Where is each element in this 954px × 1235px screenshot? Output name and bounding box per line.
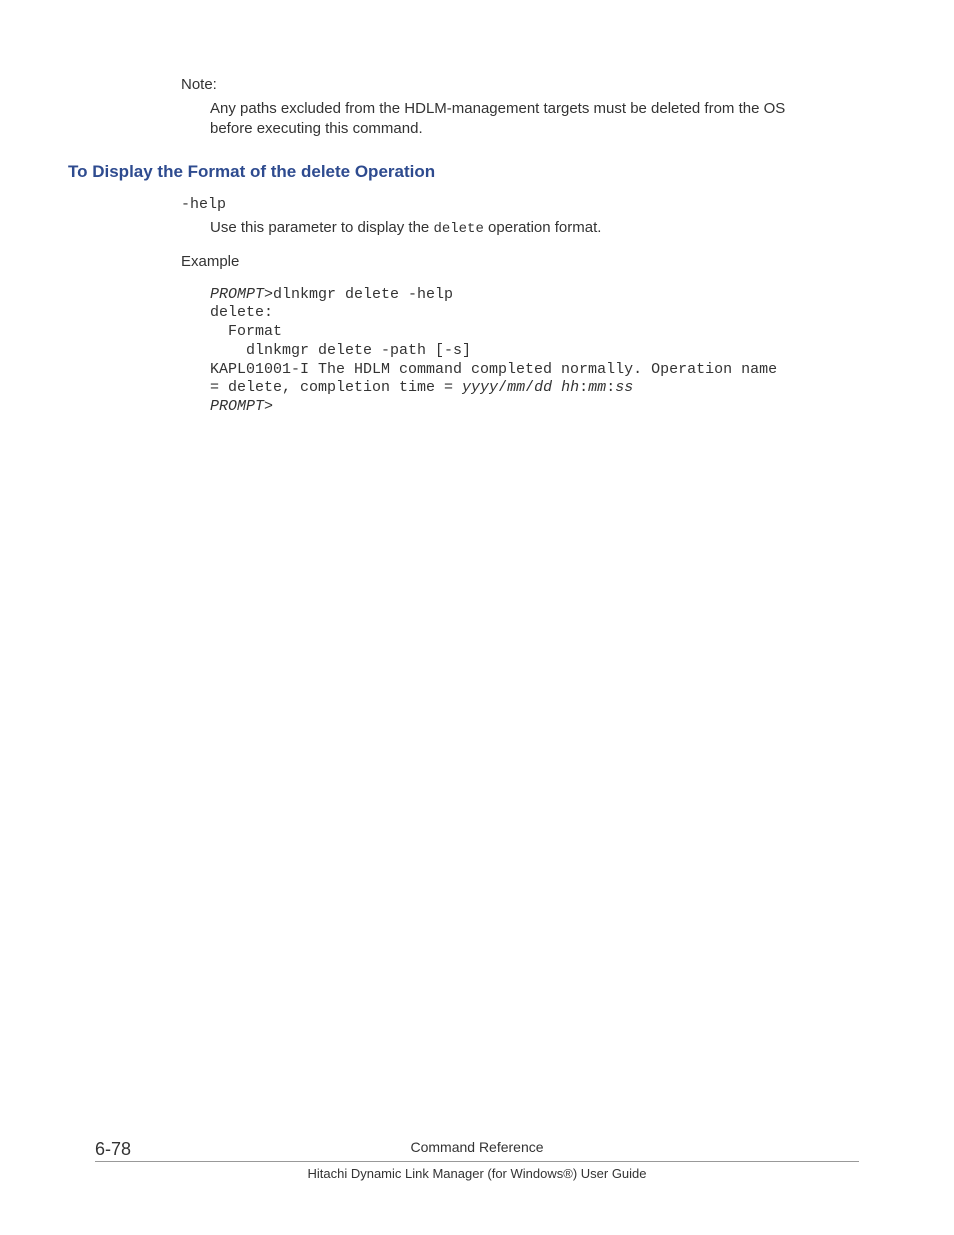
- code-prompt-2: PROMPT: [210, 398, 264, 415]
- code-block: PROMPT>dlnkmgr delete -help delete: Form…: [210, 286, 859, 417]
- code-line7-suffix: >: [264, 398, 273, 415]
- code-line5: KAPL01001-I The HDLM command completed n…: [210, 361, 777, 378]
- note-text: Any paths excluded from the HDLM-managem…: [210, 99, 829, 140]
- code-ts-yyyy: yyyy: [462, 379, 498, 396]
- page-footer: 6-78 Command Reference Hitachi Dynamic L…: [0, 1139, 954, 1181]
- footer-title: Command Reference: [0, 1139, 954, 1155]
- help-parameter: -help: [181, 196, 859, 213]
- footer-subtitle: Hitachi Dynamic Link Manager (for Window…: [0, 1166, 954, 1181]
- help-desc-code: delete: [433, 221, 483, 237]
- code-line6-prefix: = delete, completion time =: [210, 379, 462, 396]
- code-line1-suffix: >dlnkmgr delete -help: [264, 286, 453, 303]
- help-desc-suffix: operation format.: [484, 219, 602, 236]
- code-ts-hh: hh: [561, 379, 579, 396]
- page-content: Note: Any paths excluded from the HDLM-m…: [0, 0, 954, 417]
- help-description: Use this parameter to display the delete…: [210, 219, 859, 237]
- example-label: Example: [181, 253, 859, 270]
- section-heading: To Display the Format of the delete Oper…: [68, 162, 859, 182]
- code-line2: delete:: [210, 304, 273, 321]
- code-ts-ss: ss: [615, 379, 633, 396]
- code-prompt-1: PROMPT: [210, 286, 264, 303]
- code-ts-mm1: mm: [507, 379, 525, 396]
- code-line4: dlnkmgr delete -path [-s]: [210, 342, 471, 359]
- code-line3: Format: [210, 323, 282, 340]
- help-desc-prefix: Use this parameter to display the: [210, 219, 433, 236]
- page-number: 6-78: [95, 1139, 131, 1160]
- code-ts-mm2: mm: [588, 379, 606, 396]
- footer-rule: [95, 1161, 859, 1162]
- code-ts-dd: dd: [534, 379, 552, 396]
- note-label: Note:: [181, 76, 859, 93]
